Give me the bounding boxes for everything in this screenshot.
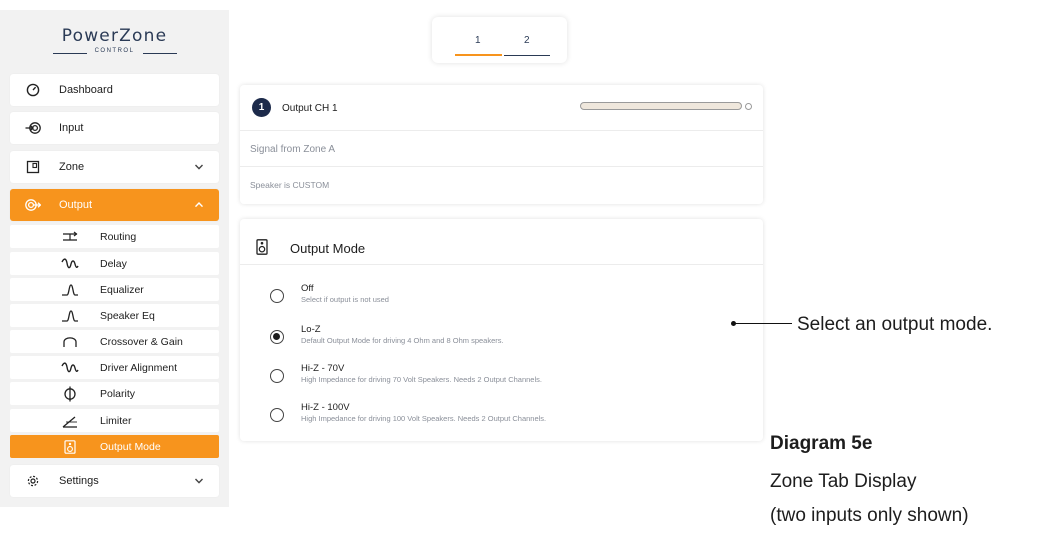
option-hi-z-100v[interactable]: Hi-Z - 100V High Impedance for driving 1… — [240, 402, 763, 432]
channel-title: Output CH 1 — [282, 103, 338, 114]
sidebar-subitem-label: Driver Alignment — [100, 361, 178, 374]
sidebar-subitem-label: Equalizer — [100, 283, 144, 296]
callout-line — [735, 323, 792, 324]
routing-icon — [57, 231, 83, 243]
radio-off[interactable] — [270, 289, 284, 303]
delay-icon — [57, 257, 83, 270]
sidebar-item-label: Zone — [59, 161, 85, 173]
sidebar-subitem-equalizer[interactable]: Equalizer — [10, 278, 219, 301]
screen: PowerZone CONTROL Dashboard Input Zone O… — [0, 0, 1038, 533]
sidebar-subitem-polarity[interactable]: Polarity — [10, 382, 219, 405]
option-label: Off — [301, 283, 314, 294]
sidebar-subitem-routing[interactable]: Routing — [10, 225, 219, 248]
output-mode-card: Output Mode Off Select if output is not … — [240, 219, 763, 441]
caption-title: Diagram 5e — [770, 433, 873, 454]
chevron-down-icon — [194, 478, 204, 484]
polarity-icon — [57, 386, 83, 402]
radio-hi-z-100v[interactable] — [270, 408, 284, 422]
sidebar-subitem-label: Polarity — [100, 387, 136, 400]
driver-alignment-icon — [57, 361, 83, 374]
sidebar-subitem-speaker-eq[interactable]: Speaker Eq — [10, 304, 219, 327]
sidebar-item-label: Output — [59, 199, 93, 211]
speaker-type-text: Speaker is CUSTOM — [250, 180, 330, 190]
speaker-row: Speaker is CUSTOM — [240, 167, 763, 204]
radio-lo-z[interactable] — [270, 330, 284, 344]
gear-icon — [23, 474, 43, 488]
callout-text: Select an output mode. — [797, 314, 993, 335]
option-off[interactable]: Off Select if output is not used — [240, 283, 763, 313]
sidebar-item-output[interactable]: Output — [10, 189, 219, 221]
sidebar-subitem-label: Delay — [100, 257, 127, 270]
radio-hi-z-70v[interactable] — [270, 369, 284, 383]
speaker-icon — [256, 239, 268, 255]
tab-1[interactable]: 1 — [475, 35, 481, 46]
channel-tabs: 1 2 — [432, 17, 567, 63]
caption-line-1: Zone Tab Display — [770, 471, 917, 492]
sidebar-subitem-crossover-gain[interactable]: Crossover & Gain — [10, 330, 219, 353]
sidebar-item-settings[interactable]: Settings — [10, 465, 219, 497]
brand-subtitle: CONTROL — [52, 48, 177, 58]
sidebar-subitem-label: Output Mode — [100, 440, 161, 453]
sidebar-item-label: Settings — [59, 475, 99, 487]
option-description: Select if output is not used — [301, 295, 389, 304]
sidebar-subitem-label: Speaker Eq — [100, 309, 155, 322]
option-description: High Impedance for driving 100 Volt Spea… — [301, 414, 547, 423]
tab-2[interactable]: 2 — [524, 35, 530, 46]
option-label: Hi-Z - 70V — [301, 363, 345, 374]
sidebar-item-label: Input — [59, 122, 84, 134]
speaker-eq-icon — [57, 309, 83, 322]
gauge-icon — [23, 83, 43, 97]
chevron-down-icon — [194, 164, 204, 170]
level-meter-indicator — [745, 103, 752, 110]
sidebar-item-input[interactable]: Input — [10, 112, 219, 144]
option-description: Default Output Mode for driving 4 Ohm an… — [301, 336, 504, 345]
signal-row: Signal from Zone A — [240, 131, 763, 167]
equalizer-icon — [57, 283, 83, 296]
sidebar-subitem-limiter[interactable]: Limiter — [10, 409, 219, 432]
sidebar-item-label: Dashboard — [59, 84, 113, 96]
output-icon — [23, 198, 43, 212]
sidebar-subitem-label: Limiter — [100, 414, 132, 427]
sidebar-subitem-label: Routing — [100, 230, 137, 243]
speaker-icon — [57, 439, 83, 454]
brand-name: PowerZone — [61, 26, 168, 46]
brand-logo: PowerZone CONTROL — [0, 26, 229, 66]
input-icon — [23, 121, 43, 135]
sidebar-item-zone[interactable]: Zone — [10, 151, 219, 183]
option-hi-z-70v[interactable]: Hi-Z - 70V High Impedance for driving 70… — [240, 363, 763, 393]
limiter-icon — [57, 414, 83, 428]
output-mode-title: Output Mode — [290, 241, 366, 256]
tab-2-underline — [504, 55, 550, 56]
crossover-icon — [57, 336, 83, 348]
caption-line-2: (two inputs only shown) — [770, 505, 969, 526]
chevron-up-icon — [194, 201, 204, 208]
sidebar-subitem-label: Crossover & Gain — [100, 335, 183, 348]
sidebar-subitem-driver-alignment[interactable]: Driver Alignment — [10, 356, 219, 379]
sidebar-item-dashboard[interactable]: Dashboard — [10, 74, 219, 106]
option-label: Hi-Z - 100V — [301, 402, 350, 413]
sidebar-subitem-delay[interactable]: Delay — [10, 252, 219, 275]
option-label: Lo-Z — [301, 324, 321, 335]
option-description: High Impedance for driving 70 Volt Speak… — [301, 375, 542, 384]
output-channel-card: 1 Output CH 1 Signal from Zone A Speaker… — [240, 85, 763, 204]
output-mode-header: Output Mode — [240, 219, 763, 265]
signal-source-text: Signal from Zone A — [250, 144, 336, 155]
channel-number-badge: 1 — [252, 98, 271, 117]
tab-1-underline — [455, 54, 502, 56]
zone-icon — [23, 160, 43, 174]
level-meter — [580, 102, 742, 110]
sidebar-subitem-output-mode[interactable]: Output Mode — [10, 435, 219, 458]
channel-header: 1 Output CH 1 — [240, 85, 763, 131]
option-lo-z[interactable]: Lo-Z Default Output Mode for driving 4 O… — [240, 324, 763, 354]
